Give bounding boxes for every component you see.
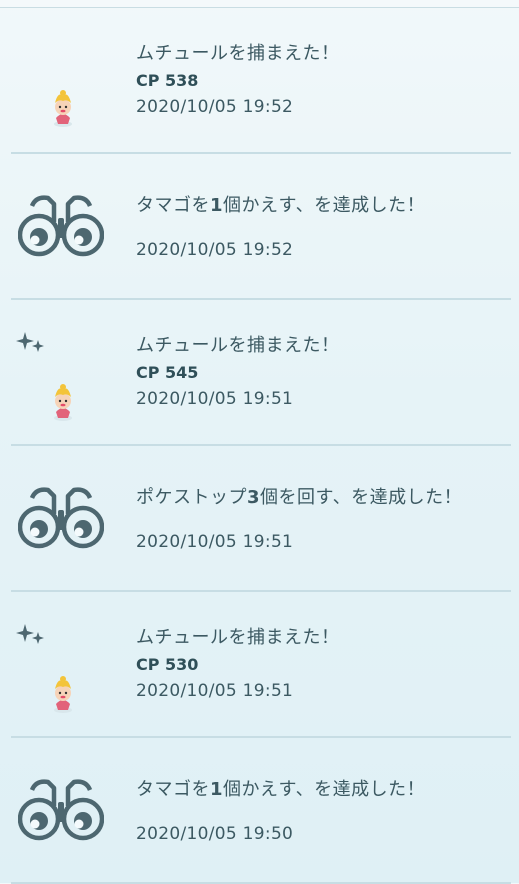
journal-entry-catch[interactable]: ムチュールを捕まえた！ CP 538 2020/10/05 19:52 (0, 8, 519, 154)
journal-list[interactable]: ムチュールを捕まえた！ CP 538 2020/10/05 19:52 タマゴを… (0, 8, 519, 884)
entry-cp: CP 530 (136, 655, 199, 674)
journal-entry-catch[interactable]: ムチュールを捕まえた！ CP 530 2020/10/05 19:51 (0, 592, 519, 738)
entry-title: タマゴを1個かえす、を達成した！ (136, 779, 426, 800)
entry-title: ムチュールを捕まえた！ (136, 627, 340, 648)
journal-entry-catch[interactable]: ムチュールを捕まえた！ CP 545 2020/10/05 19:51 (0, 300, 519, 446)
binoculars-icon (18, 195, 104, 257)
entry-text: ムチュールを捕まえた！ CP 545 2020/10/05 19:51 (136, 334, 511, 411)
entry-datetime: 2020/10/05 19:50 (136, 824, 294, 844)
entry-datetime: 2020/10/05 19:51 (136, 532, 294, 552)
binoculars-icon (18, 779, 104, 841)
entry-cp: CP 538 (136, 71, 199, 90)
entry-cp: CP 545 (136, 363, 199, 382)
entry-icon-area (10, 738, 120, 884)
entry-datetime: 2020/10/05 19:52 (136, 97, 294, 117)
shiny-sparkle-icon (16, 624, 44, 644)
entry-icon-area (10, 8, 120, 154)
smoochum-icon (54, 676, 72, 713)
entry-text: ポケストップ3個を回す、を達成した！ 2020/10/05 19:51 (136, 486, 511, 554)
entry-title: ムチュールを捕まえた！ (136, 43, 340, 64)
journal-entry-achievement[interactable]: タマゴを1個かえす、を達成した！ 2020/10/05 19:52 (0, 154, 519, 300)
binoculars-icon (18, 487, 104, 549)
entry-text: ムチュールを捕まえた！ CP 530 2020/10/05 19:51 (136, 626, 511, 703)
entry-datetime: 2020/10/05 19:51 (136, 681, 294, 701)
top-edge (0, 0, 519, 8)
journal-entry-achievement[interactable]: ポケストップ3個を回す、を達成した！ 2020/10/05 19:51 (0, 446, 519, 592)
entry-text: タマゴを1個かえす、を達成した！ 2020/10/05 19:52 (136, 194, 511, 262)
entry-icon-area (10, 446, 120, 592)
entry-title: ポケストップ3個を回す、を達成した！ (136, 487, 463, 508)
journal-entry-achievement[interactable]: タマゴを1個かえす、を達成した！ 2020/10/05 19:50 (0, 738, 519, 884)
entry-icon-area (10, 154, 120, 300)
entry-text: ムチュールを捕まえた！ CP 538 2020/10/05 19:52 (136, 42, 511, 119)
entry-title: ムチュールを捕まえた！ (136, 335, 340, 356)
entry-datetime: 2020/10/05 19:51 (136, 389, 294, 409)
entry-icon-area (10, 300, 120, 446)
entry-icon-area (10, 592, 120, 738)
entry-text: タマゴを1個かえす、を達成した！ 2020/10/05 19:50 (136, 778, 511, 846)
shiny-sparkle-icon (16, 332, 44, 352)
entry-datetime: 2020/10/05 19:52 (136, 240, 294, 260)
smoochum-icon (54, 384, 72, 421)
smoochum-icon (54, 90, 72, 127)
entry-title: タマゴを1個かえす、を達成した！ (136, 195, 426, 216)
